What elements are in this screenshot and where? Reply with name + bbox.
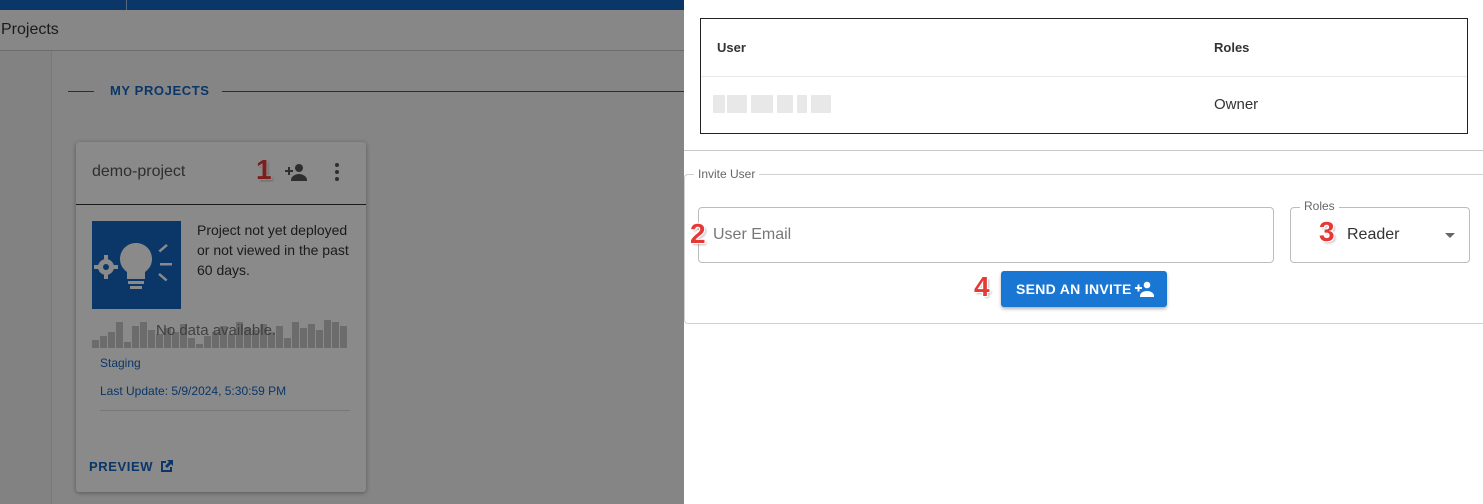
- step-marker-2: 2: [690, 218, 706, 249]
- column-header-user: User: [717, 40, 746, 55]
- user-email-input[interactable]: [698, 207, 1274, 263]
- divider: [684, 150, 1483, 151]
- divider: [701, 76, 1467, 77]
- roles-select[interactable]: Reader: [1290, 207, 1470, 263]
- redacted-user-email: [713, 95, 831, 113]
- dropdown-arrow-icon: [1445, 233, 1455, 238]
- person-add-icon: [1135, 281, 1154, 297]
- send-invite-label: SEND AN INVITE: [1016, 281, 1132, 297]
- column-header-roles: Roles: [1214, 40, 1250, 55]
- roles-selected-value: Reader: [1347, 226, 1400, 243]
- roles-label: Roles: [1300, 199, 1339, 213]
- table-cell-role: Owner: [1214, 96, 1259, 113]
- share-project-drawer: User Roles Owner Invite User Reader Role…: [684, 0, 1483, 504]
- step-marker-3: 3: [1319, 216, 1335, 247]
- send-invite-button[interactable]: SEND AN INVITE: [1001, 271, 1167, 307]
- step-marker-4: 4: [974, 271, 990, 302]
- users-table: User Roles Owner: [700, 18, 1468, 134]
- invite-user-legend: Invite User: [694, 167, 760, 181]
